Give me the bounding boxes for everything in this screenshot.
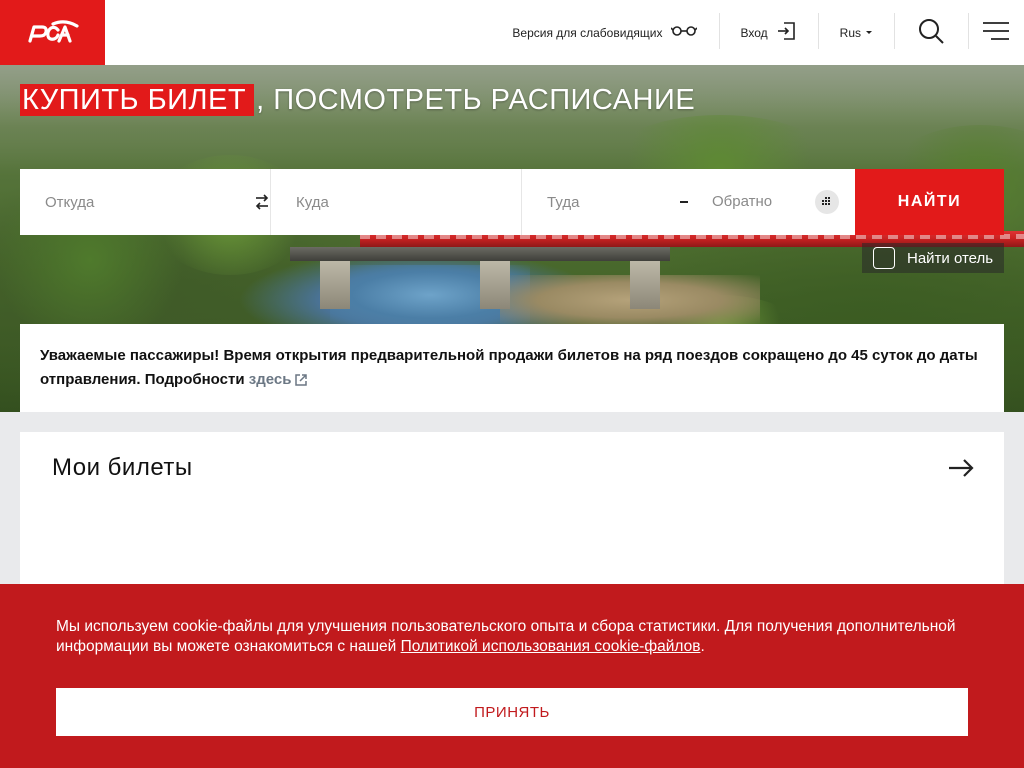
notice-text: Уважаемые пассажиры! Время открытия пред… — [40, 347, 978, 388]
login-label: Вход — [740, 25, 768, 40]
search-icon — [918, 18, 944, 47]
hero-photo-pier — [480, 261, 510, 309]
my-tickets-title: Мои билеты — [52, 454, 193, 481]
swap-icon[interactable] — [254, 193, 270, 211]
find-button[interactable]: НАЙТИ — [855, 169, 1004, 235]
return-date-placeholder[interactable]: Обратно — [712, 193, 772, 210]
from-placeholder: Откуда — [45, 193, 95, 211]
ticket-search-form: Откуда Куда Туда Обратно НАЙТИ — [20, 169, 1004, 235]
login-icon — [776, 22, 796, 43]
low-vision-label: Версия для слабовидящих — [512, 25, 663, 40]
page-title: КУПИТЬ БИЛЕТ, ПОСМОТРЕТЬ РАСПИСАНИЕ — [20, 83, 695, 117]
rzd-logo[interactable] — [0, 0, 105, 65]
dates-field[interactable]: Туда Обратно — [522, 169, 855, 235]
page-title-highlight: КУПИТЬ БИЛЕТ — [20, 84, 255, 116]
find-hotel-checkbox[interactable]: Найти отель — [862, 243, 1004, 273]
external-link-icon[interactable] — [295, 370, 308, 394]
hero-photo-bridge — [290, 247, 670, 261]
search-button[interactable] — [894, 0, 968, 65]
notice-text-block: Уважаемые пассажиры! Время открытия пред… — [40, 344, 984, 394]
site-header: Версия для слабовидящих Вход Rus — [0, 0, 1024, 65]
checkbox-icon[interactable] — [873, 247, 895, 269]
language-label: Rus — [839, 25, 861, 40]
my-tickets-card[interactable]: Мои билеты — [20, 432, 1004, 592]
cookie-policy-link[interactable]: Политикой использования cookie-файлов — [401, 638, 701, 655]
low-vision-toggle[interactable]: Версия для слабовидящих — [490, 0, 718, 65]
passenger-notice: Уважаемые пассажиры! Время открытия пред… — [20, 324, 1004, 412]
language-select[interactable]: Rus — [817, 0, 894, 65]
hero-photo-pier — [630, 261, 660, 309]
find-hotel-label: Найти отель — [907, 249, 994, 267]
calendar-icon[interactable] — [815, 190, 839, 214]
chevron-down-icon — [866, 31, 872, 34]
cookie-message: Мы используем cookie-файлы для улучшения… — [56, 617, 956, 657]
from-field[interactable]: Откуда — [20, 169, 271, 235]
accept-cookies-button[interactable]: ПРИНЯТЬ — [56, 688, 968, 736]
arrow-right-icon[interactable] — [948, 458, 974, 483]
notice-link[interactable]: здесь — [249, 371, 292, 388]
page-title-rest: , ПОСМОТРЕТЬ РАСПИСАНИЕ — [256, 84, 696, 116]
to-placeholder: Куда — [296, 193, 329, 211]
cookie-banner: Мы используем cookie-файлы для улучшения… — [0, 584, 1024, 768]
glasses-icon — [669, 25, 698, 40]
depart-date-placeholder[interactable]: Туда — [547, 194, 579, 211]
header-nav: Версия для слабовидящих Вход Rus — [490, 0, 1024, 65]
menu-icon — [983, 22, 1009, 43]
cookie-text-tail: . — [700, 638, 705, 655]
hero-photo-pier — [320, 261, 350, 309]
login-button[interactable]: Вход — [718, 0, 818, 65]
date-range-dash — [680, 201, 688, 203]
to-field[interactable]: Куда — [271, 169, 522, 235]
menu-button[interactable] — [968, 0, 1024, 65]
